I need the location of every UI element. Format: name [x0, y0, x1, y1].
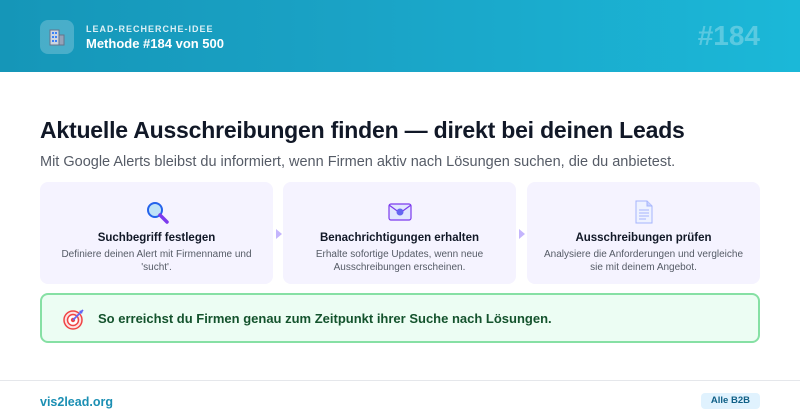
step-card-notifications: Benachrichtigungen erhalten Erhalte sofo… — [283, 182, 516, 284]
header-kicker: LEAD-RECHERCHE-IDEE — [86, 24, 214, 34]
category-badge: Alle B2B — [700, 393, 760, 409]
step-description: Analysiere die Anforderungen und verglei… — [543, 249, 744, 273]
header-title: Methode #184 von 500 — [86, 36, 224, 51]
magnifier-icon — [143, 198, 171, 226]
step-arrow-icon — [519, 229, 525, 239]
page-subtitle: Mit Google Alerts bleibst du informiert,… — [40, 154, 676, 170]
target-icon — [62, 307, 86, 331]
step-description: Definiere deinen Alert mit Firmenname un… — [61, 249, 252, 273]
step-title: Suchbegriff festlegen — [97, 232, 216, 244]
highlight-callout: So erreichst du Firmen genau zum Zeitpun… — [40, 293, 760, 343]
header-banner: LEAD-RECHERCHE-IDEE Methode #184 von 500… — [0, 0, 800, 72]
footer-website-link[interactable]: vis2lead.org — [40, 395, 113, 409]
step-title: Ausschreibungen prüfen — [575, 232, 712, 244]
step-title: Benachrichtigungen erhalten — [319, 232, 480, 244]
step-arrow-icon — [276, 229, 282, 239]
steps-row: Suchbegriff festlegen Definiere deinen A… — [40, 182, 760, 284]
office-building-icon — [40, 20, 74, 54]
step-card-search-term: Suchbegriff festlegen Definiere deinen A… — [40, 182, 273, 284]
page-title: Aktuelle Ausschreibungen finden — direkt… — [40, 117, 685, 143]
footer-divider — [0, 380, 800, 381]
step-description: Erhalte sofortige Updates, wenn neue Aus… — [315, 249, 484, 273]
document-icon — [630, 198, 658, 226]
email-icon — [386, 198, 414, 226]
step-card-review-tenders: Ausschreibungen prüfen Analysiere die An… — [527, 182, 760, 284]
method-number: #184 — [697, 20, 760, 51]
callout-text: So erreichst du Firmen genau zum Zeitpun… — [98, 311, 552, 326]
